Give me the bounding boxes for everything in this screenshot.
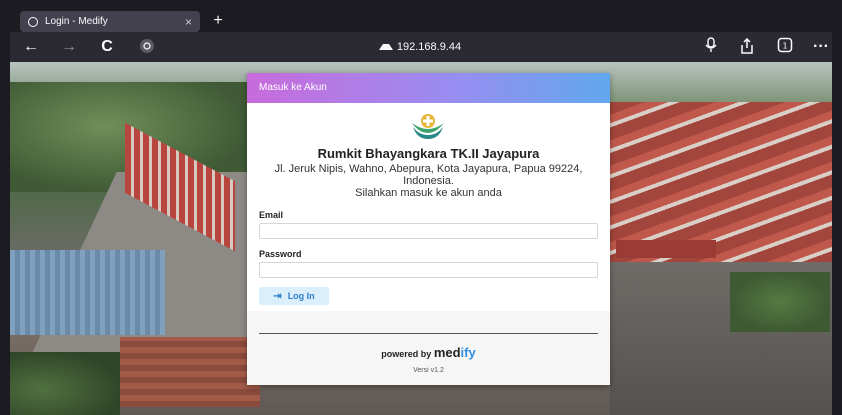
login-button-label: Log In [287,291,315,301]
close-tab-icon[interactable]: × [185,15,192,29]
microphone-icon[interactable] [700,37,722,57]
reload-button[interactable]: C [96,37,118,57]
card-footer: powered by medify Versi v1.2 [247,311,610,385]
browser-tab[interactable]: Login - Medify × [20,11,200,32]
powered-by-text: powered by [381,349,432,359]
site-info-icon[interactable] [136,37,158,57]
address-bar[interactable]: 192.168.9.44 [310,39,530,55]
new-tab-button[interactable]: + [208,11,228,31]
address-text: Jl. Jeruk Nipis, Wahno, Abepura, Kota Ja… [274,163,583,187]
powered-by: powered by medify [247,345,610,360]
organization-name: Rumkit Bhayangkara TK.II Jayapura [317,146,540,161]
forward-button[interactable]: → [58,37,80,57]
password-label: Password [259,249,302,259]
email-field[interactable] [259,223,598,239]
site-favicon-icon [28,16,38,27]
tab-title: Login - Medify [45,16,108,27]
url-text: 192.168.9.44 [396,41,462,53]
browser-tab-bar: Login - Medify × + [10,10,832,32]
connection-warning-icon [378,44,393,50]
more-menu-button[interactable]: ··· [810,37,832,57]
browser-nav-bar: ← → C 192.168.9.44 1 ··· [10,32,832,62]
login-card: Masuk ke Akun Rumkit Bhayangkara TK.II J… [247,73,610,385]
login-subtitle: Silahkan masuk ke akun anda [355,187,502,199]
svg-text:1: 1 [782,42,787,51]
hospital-logo-icon [412,114,444,139]
version-text: Versi v1.2 [413,367,444,374]
password-field[interactable] [259,262,598,278]
back-button[interactable]: ← [20,37,42,57]
card-header: Masuk ke Akun [247,73,610,103]
login-arrow-icon: ⇥ [273,290,282,302]
tabs-count-icon[interactable]: 1 [774,37,796,57]
brand-logo: medify [433,345,476,360]
login-button[interactable]: ⇥ Log In [259,287,329,305]
email-label: Email [259,210,284,220]
share-icon[interactable] [736,37,758,57]
footer-divider [259,333,598,334]
organization-address: Jl. Jeruk Nipis, Wahno, Abepura, Kota Ja… [257,163,600,199]
